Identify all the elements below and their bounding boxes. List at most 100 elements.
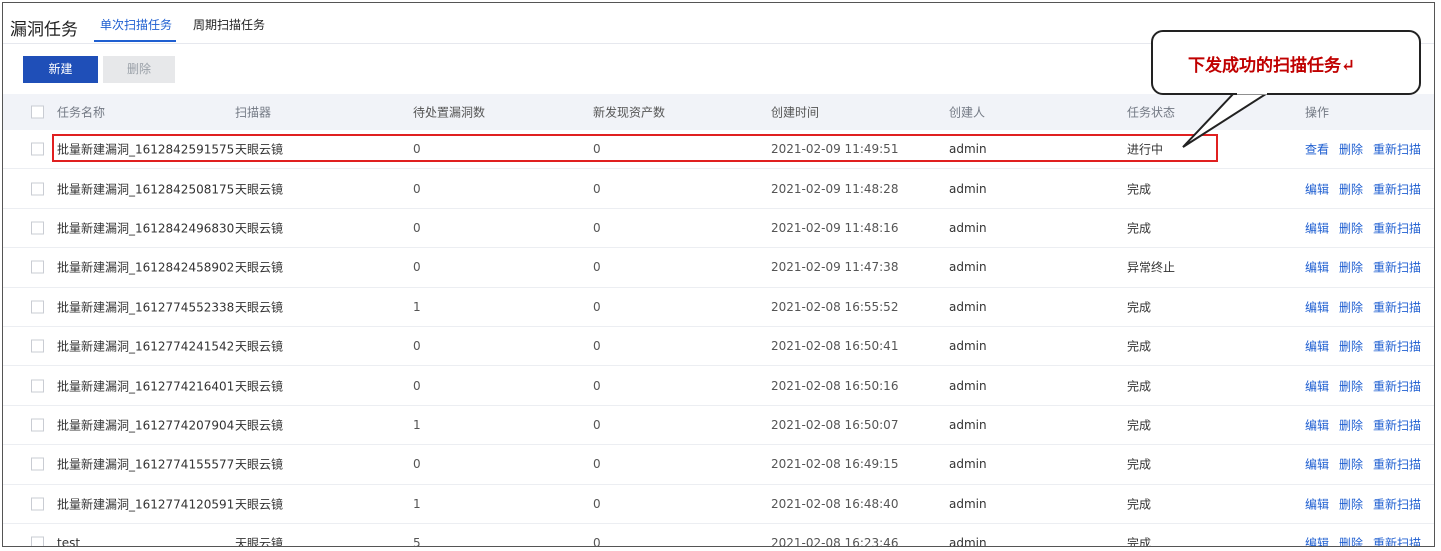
- action-link[interactable]: 重新扫描: [1373, 379, 1421, 393]
- row-checkbox[interactable]: [31, 418, 44, 432]
- action-link[interactable]: 重新扫描: [1373, 537, 1421, 546]
- action-link[interactable]: 重新扫描: [1373, 497, 1421, 511]
- action-link[interactable]: 删除: [1339, 143, 1363, 157]
- task-name: 批量新建漏洞_1612774155577: [57, 457, 235, 472]
- task-status: 完成: [1127, 536, 1152, 547]
- select-all-checkbox[interactable]: [31, 105, 44, 119]
- scanner-name: 天眼云镜: [235, 536, 284, 547]
- new-asset-count: 0: [593, 378, 601, 393]
- pending-vuln-count: 0: [413, 142, 421, 157]
- row-checkbox[interactable]: [31, 182, 44, 196]
- row-checkbox[interactable]: [31, 260, 44, 274]
- task-status: 完成: [1127, 300, 1152, 315]
- creator: admin: [949, 536, 987, 547]
- column-header-assets: 新发现资产数: [593, 105, 666, 120]
- tab-single-scan[interactable]: 单次扫描任务: [100, 16, 172, 33]
- row-checkbox[interactable]: [31, 142, 44, 156]
- action-link[interactable]: 删除: [1339, 261, 1363, 275]
- new-button[interactable]: 新建: [23, 56, 98, 83]
- scanner-name: 天眼云镜: [235, 418, 284, 433]
- task-status: 进行中: [1127, 142, 1164, 157]
- row-checkbox[interactable]: [31, 497, 44, 511]
- action-link[interactable]: 删除: [1339, 379, 1363, 393]
- action-link[interactable]: 重新扫描: [1373, 458, 1421, 472]
- action-link[interactable]: 重新扫描: [1373, 300, 1421, 314]
- action-link[interactable]: 重新扫描: [1373, 340, 1421, 354]
- created-time: 2021-02-09 11:47:38: [771, 260, 899, 275]
- action-link[interactable]: 重新扫描: [1373, 261, 1421, 275]
- action-link[interactable]: 删除: [1339, 221, 1363, 235]
- action-link[interactable]: 编辑: [1305, 340, 1329, 354]
- action-link[interactable]: 编辑: [1305, 221, 1329, 235]
- action-link[interactable]: 重新扫描: [1373, 143, 1421, 157]
- task-status: 完成: [1127, 221, 1152, 236]
- new-asset-count: 0: [593, 299, 601, 314]
- row-actions: 编辑 删除 重新扫描: [1305, 180, 1431, 197]
- action-link[interactable]: 编辑: [1305, 458, 1329, 472]
- created-time: 2021-02-09 11:49:51: [771, 142, 899, 157]
- row-checkbox[interactable]: [31, 379, 44, 393]
- action-link[interactable]: 重新扫描: [1373, 182, 1421, 196]
- row-actions: 编辑 删除 重新扫描: [1305, 338, 1431, 355]
- table-row: 批量新建漏洞_1612774120591 天眼云镜 1 0 2021-02-08 16:…: [3, 485, 1434, 524]
- row-actions: 编辑 删除 重新扫描: [1305, 416, 1431, 433]
- creator: admin: [949, 339, 987, 354]
- action-link[interactable]: 删除: [1339, 458, 1363, 472]
- page-title: 漏洞任务: [10, 20, 78, 40]
- action-link[interactable]: 重新扫描: [1373, 418, 1421, 432]
- task-name: 批量新建漏洞_1612774120591: [57, 497, 235, 512]
- row-checkbox[interactable]: [31, 300, 44, 314]
- task-name: 批量新建漏洞_1612774552338: [57, 300, 235, 315]
- delete-button[interactable]: 删除: [103, 56, 175, 83]
- action-link[interactable]: 删除: [1339, 537, 1363, 546]
- creator: admin: [949, 378, 987, 393]
- new-asset-count: 0: [593, 457, 601, 472]
- scanner-name: 天眼云镜: [235, 497, 284, 512]
- callout-text: 下发成功的扫描任务↵: [1188, 56, 1356, 76]
- action-link[interactable]: 编辑: [1305, 497, 1329, 511]
- creator: admin: [949, 181, 987, 196]
- action-link[interactable]: 重新扫描: [1373, 221, 1421, 235]
- table-row: test 天眼云镜 5 0 2021-02-08 16:23:46 admin 完成 编辑 删除…: [3, 524, 1434, 547]
- row-checkbox[interactable]: [31, 457, 44, 471]
- new-asset-count: 0: [593, 260, 601, 275]
- action-link[interactable]: 编辑: [1305, 379, 1329, 393]
- column-header-pending: 待处置漏洞数: [413, 105, 486, 120]
- new-asset-count: 0: [593, 220, 601, 235]
- row-checkbox[interactable]: [31, 339, 44, 353]
- action-link[interactable]: 编辑: [1305, 261, 1329, 275]
- action-link[interactable]: 删除: [1339, 182, 1363, 196]
- scanner-name: 天眼云镜: [235, 142, 284, 157]
- column-header-time: 创建时间: [771, 105, 820, 120]
- tab-periodic-scan[interactable]: 周期扫描任务: [193, 16, 265, 33]
- table-header: 任务名称 扫描器 待处置漏洞数 新发现资产数 创建时间 创建人 任务状态 操作: [3, 94, 1434, 130]
- scanner-name: 天眼云镜: [235, 457, 284, 472]
- action-link[interactable]: 删除: [1339, 340, 1363, 354]
- creator: admin: [949, 142, 987, 157]
- creator: admin: [949, 260, 987, 275]
- action-link[interactable]: 删除: [1339, 497, 1363, 511]
- action-link[interactable]: 编辑: [1305, 300, 1329, 314]
- new-asset-count: 0: [593, 142, 601, 157]
- action-link[interactable]: 编辑: [1305, 537, 1329, 546]
- vuln-task-page: 漏洞任务 单次扫描任务 周期扫描任务 新建 删除 任务名称 扫描器 待处置漏洞数…: [2, 2, 1435, 547]
- pending-vuln-count: 1: [413, 299, 421, 314]
- action-link[interactable]: 编辑: [1305, 418, 1329, 432]
- task-status: 异常终止: [1127, 260, 1176, 275]
- column-header-scanner: 扫描器: [235, 105, 272, 120]
- task-status: 完成: [1127, 339, 1152, 354]
- row-checkbox[interactable]: [31, 536, 44, 546]
- task-name: 批量新建漏洞_1612842458902: [57, 260, 235, 275]
- new-asset-count: 0: [593, 181, 601, 196]
- row-checkbox[interactable]: [31, 221, 44, 235]
- task-name: 批量新建漏洞_1612774241542: [57, 339, 235, 354]
- scanner-name: 天眼云镜: [235, 339, 284, 354]
- created-time: 2021-02-08 16:50:41: [771, 339, 899, 354]
- action-link[interactable]: 删除: [1339, 300, 1363, 314]
- task-name: test: [57, 536, 81, 547]
- action-link[interactable]: 查看: [1305, 143, 1329, 157]
- column-header-status: 任务状态: [1127, 105, 1176, 120]
- task-status: 完成: [1127, 182, 1152, 197]
- action-link[interactable]: 删除: [1339, 418, 1363, 432]
- action-link[interactable]: 编辑: [1305, 182, 1329, 196]
